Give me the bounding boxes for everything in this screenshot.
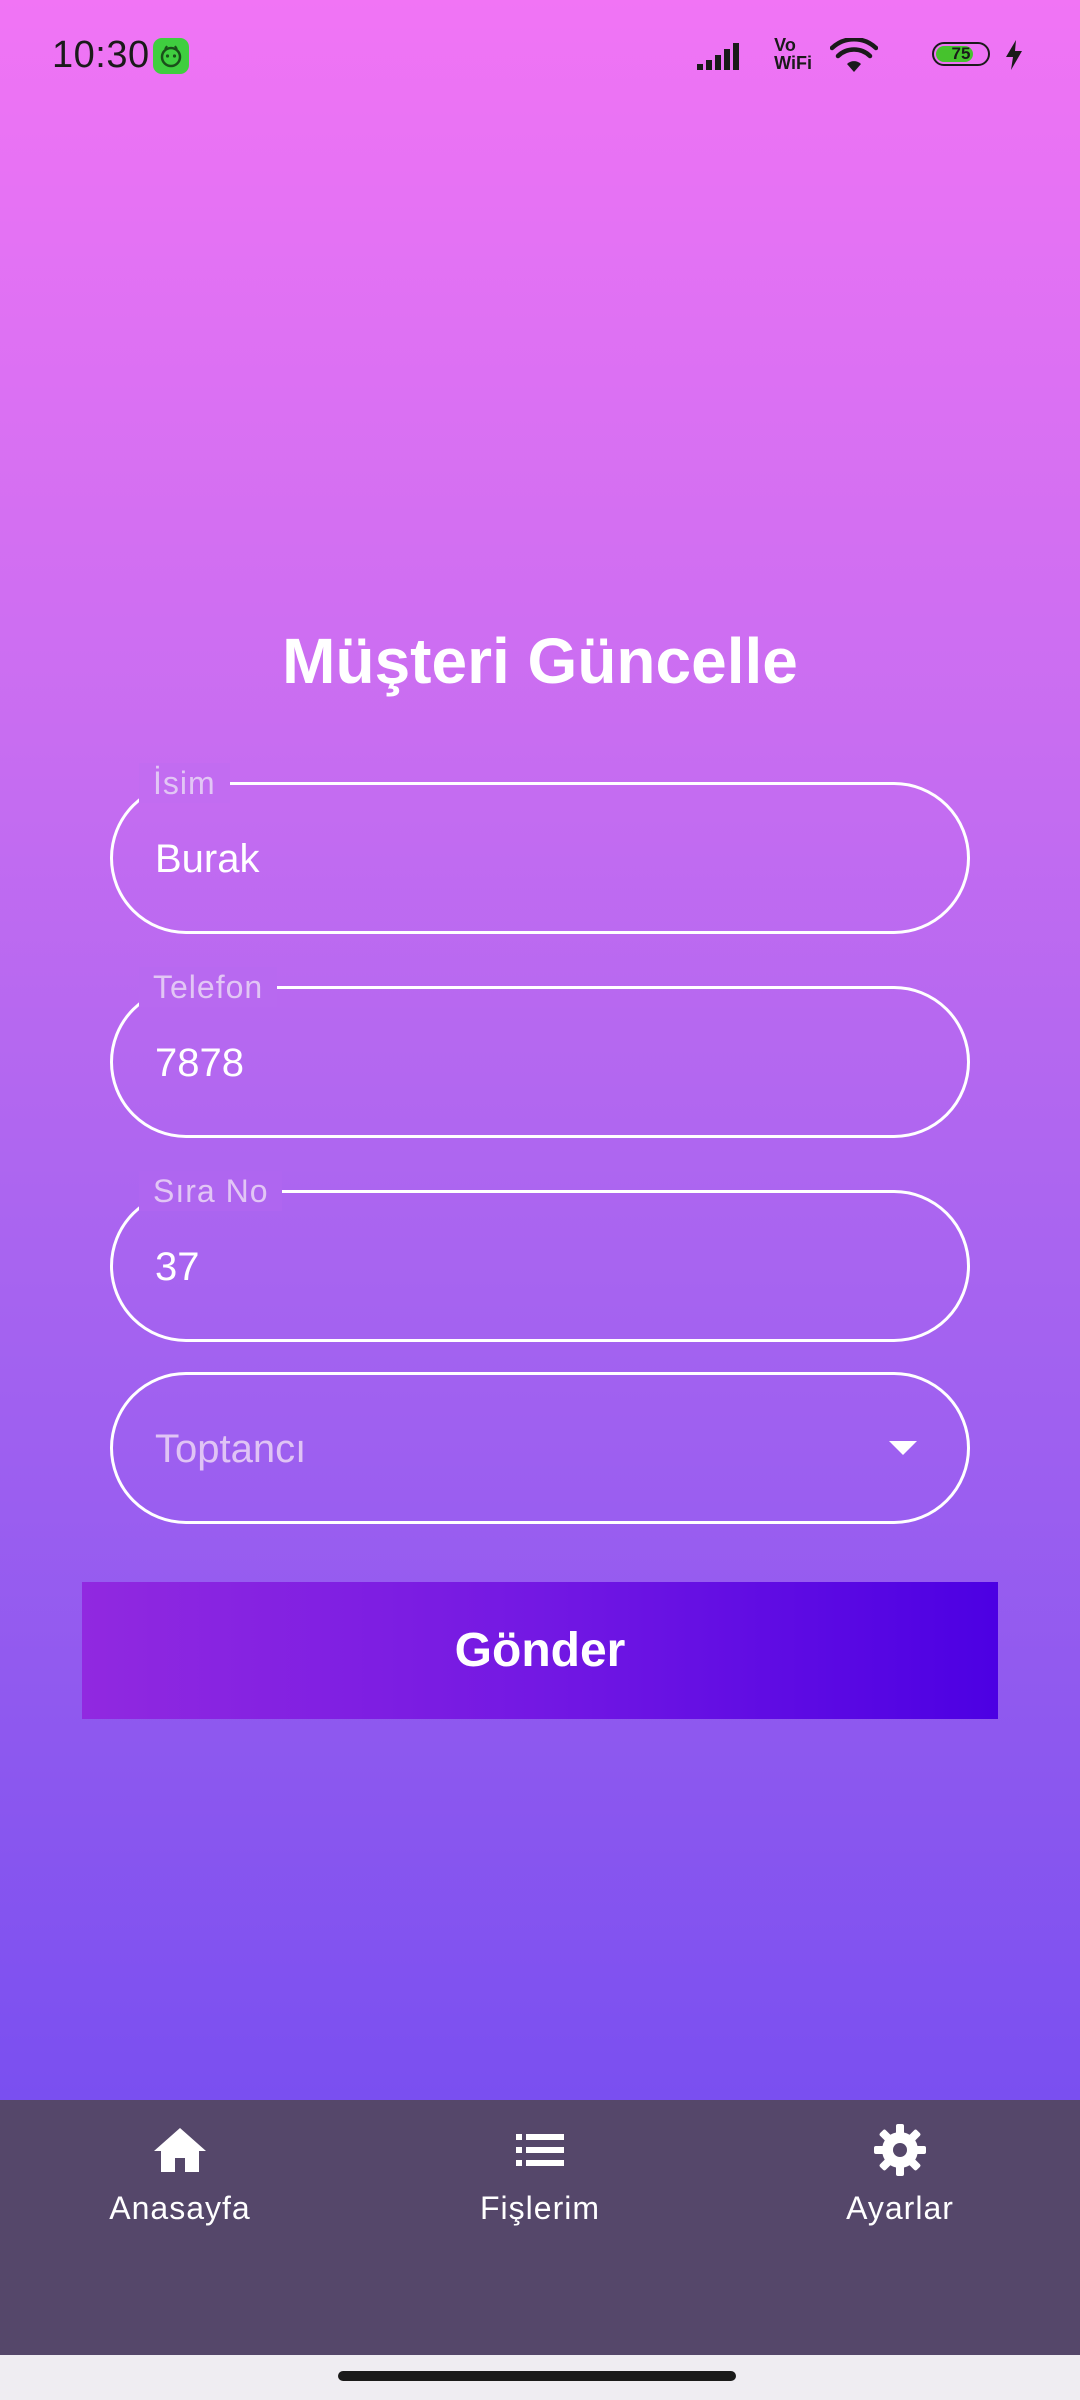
order-number-field-label: Sıra No [139, 1171, 283, 1211]
home-gesture-bar[interactable] [338, 2371, 736, 2381]
name-field-value[interactable]: Burak [155, 837, 260, 882]
gear-icon [870, 2120, 930, 2180]
phone-field-value[interactable]: 7878 [155, 1041, 244, 1086]
charging-icon [1004, 40, 1024, 75]
app-screen: 10:30 Vo WiFi 75 Müşteri Güncelle İsim B… [0, 0, 1080, 2100]
submit-button[interactable]: Gönder [82, 1582, 998, 1719]
wholesaler-select[interactable]: Toptancı [110, 1372, 970, 1524]
status-icons: Vo WiFi 75 [697, 32, 1024, 82]
gesture-area [0, 2355, 1080, 2400]
nav-label-receipts: Fişlerim [480, 2190, 600, 2226]
nav-item-receipts[interactable]: Fişlerim [390, 2120, 690, 2240]
phone-field[interactable]: Telefon 7878 [110, 967, 970, 1138]
page-title: Müşteri Güncelle [282, 625, 798, 697]
wholesaler-select-placeholder: Toptancı [155, 1427, 307, 1471]
nav-item-settings[interactable]: Ayarlar [750, 2120, 1050, 2240]
app-notification-icon [153, 38, 189, 74]
status-bar: 10:30 Vo WiFi 75 [0, 0, 1080, 115]
name-field-label: İsim [139, 763, 230, 803]
nav-label-home: Anasayfa [109, 2190, 251, 2226]
phone-field-label: Telefon [139, 967, 278, 1007]
bottom-navigation: Anasayfa Fişlerim Ayarlar [0, 2100, 1080, 2355]
list-icon [510, 2120, 570, 2180]
signal-icon [697, 42, 747, 75]
order-number-field-value[interactable]: 37 [155, 1245, 200, 1290]
status-time: 10:30 [52, 34, 150, 76]
name-field[interactable]: İsim Burak [110, 763, 970, 934]
dropdown-arrow-icon[interactable] [889, 1441, 917, 1455]
order-number-field[interactable]: Sıra No 37 [110, 1171, 970, 1342]
battery-icon: 75 [932, 42, 990, 66]
vowifi-icon: Vo WiFi [774, 35, 812, 73]
nav-item-home[interactable]: Anasayfa [30, 2120, 330, 2240]
battery-level-label: 75 [951, 44, 971, 63]
wifi-icon [829, 37, 879, 79]
home-icon [150, 2120, 210, 2180]
nav-label-settings: Ayarlar [846, 2190, 954, 2226]
